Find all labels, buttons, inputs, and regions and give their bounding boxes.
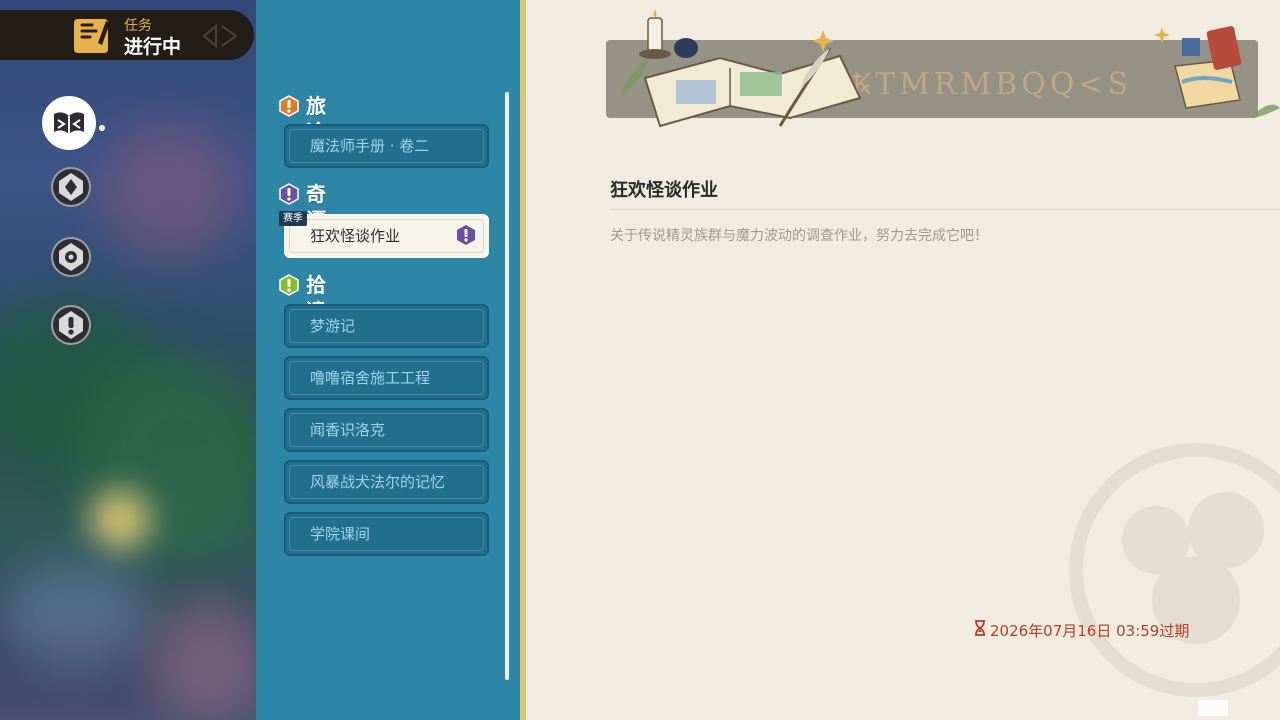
corner-overlay (1198, 700, 1228, 716)
quest-list-scrollbar[interactable] (505, 92, 509, 680)
gleaning-exclamation-icon (279, 274, 299, 296)
quest-item-dream-journey[interactable]: 梦游记 (284, 304, 489, 348)
exclamation-icon (59, 311, 83, 339)
quest-detail-panel: ꝂꝄTMRMBQQ<S 狂欢怪谈作业 关于传说精灵族群与魔力波动的调查作业，努力… (526, 0, 1280, 720)
nav-compass-button[interactable] (51, 167, 91, 207)
background-scene (0, 0, 256, 720)
deadline-text: 2026年07月16日 03:59过期 (990, 622, 1190, 640)
quest-title: 狂欢怪谈作业 (610, 180, 718, 201)
rune-decoration-icon (202, 23, 238, 49)
quest-book-icon (54, 112, 84, 134)
quest-item-scent-roco[interactable]: 闻香识洛克 (284, 408, 489, 452)
quest-item-label: 闻香识洛克 (310, 421, 386, 439)
nav-target-button[interactable] (51, 237, 91, 277)
wonder-quest-marker-icon (457, 225, 475, 245)
watermark-emblem-icon (1069, 443, 1280, 697)
quest-item-label: 学院课间 (310, 525, 371, 543)
quest-deadline: 2026年07月16日 03:59过期 (974, 620, 1189, 641)
quest-item-label: 噜噜宿舍施工工程 (310, 369, 431, 387)
quest-item-label: 梦游记 (310, 317, 356, 335)
scroll-icon (74, 19, 110, 53)
quest-item-mage-handbook[interactable]: 魔法师手册 · 卷二 (284, 124, 489, 168)
journey-exclamation-icon (279, 95, 299, 117)
quest-item-storm-hound[interactable]: 风暴战犬法尔的记忆 (284, 460, 489, 504)
quest-item-label: 风暴战犬法尔的记忆 (310, 473, 446, 491)
quest-item-label: 狂欢怪谈作业 (310, 227, 401, 245)
title-divider (610, 209, 1280, 210)
nav-quest-book-button[interactable] (42, 96, 96, 150)
open-book-illustration-icon (620, 10, 1280, 128)
hourglass-icon (975, 620, 985, 636)
season-tag: 赛季 (279, 211, 307, 226)
header-title: 进行中 (124, 36, 182, 58)
wonder-exclamation-icon (279, 183, 299, 205)
nav-notice-button[interactable] (51, 305, 91, 345)
quest-item-academy-break[interactable]: 学院课间 (284, 512, 489, 556)
nav-active-dot (99, 125, 105, 131)
quest-header-badge: 任务 进行中 (0, 10, 254, 60)
quest-item-dorm-construction[interactable]: 噜噜宿舍施工工程 (284, 356, 489, 400)
quest-description: 关于传说精灵族群与魔力波动的调查作业，努力去完成它吧！ (610, 228, 988, 244)
quest-item-label: 魔法师手册 · 卷二 (310, 137, 430, 155)
compass-icon (59, 173, 83, 201)
header-category: 任务 (124, 18, 152, 34)
target-icon (59, 243, 83, 271)
